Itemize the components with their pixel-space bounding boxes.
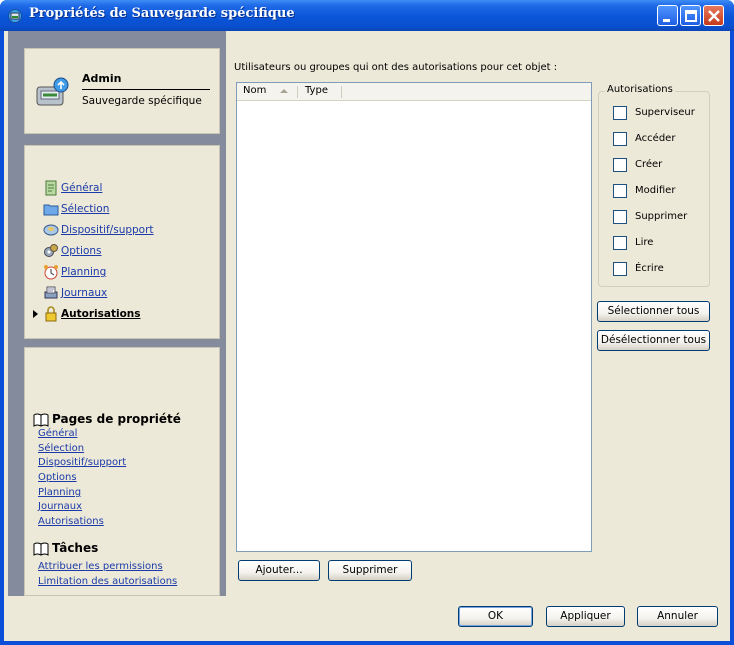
sort-ascending-icon [280,89,288,93]
users-groups-list[interactable]: Nom Type [236,82,592,552]
checkbox-read[interactable] [613,236,627,250]
object-header-card: Admin Sauvegarde spécifique [24,48,220,134]
gears-icon [44,244,58,257]
nav-link-general[interactable]: Général [61,182,102,194]
checkbox-label-delete: Supprimer [635,211,688,222]
checkbox-label-read: Lire [635,237,654,248]
alarm-clock-icon [44,265,58,280]
tasks-title: Tâches [52,541,99,555]
list-header: Nom Type [237,83,591,101]
nav-link-planning[interactable]: Planning [61,266,106,278]
property-link-options[interactable]: Options [38,472,77,483]
property-link-selection[interactable]: Sélection [38,443,84,454]
minimize-icon [663,19,670,22]
add-button[interactable]: Ajouter... [238,560,320,581]
ok-button[interactable]: OK [458,606,533,627]
property-link-logs[interactable]: Journaux [38,501,82,512]
tasks-panel: Pages de propriété Général Sélection Dis… [24,347,220,596]
property-link-general[interactable]: Général [38,428,77,439]
column-divider[interactable] [341,86,342,98]
property-link-planning[interactable]: Planning [38,487,81,498]
property-link-permissions[interactable]: Autorisations [38,516,104,527]
checkbox-write[interactable] [613,262,627,276]
task-link-assign-permissions[interactable]: Attribuer les permissions [38,561,163,572]
book-icon [33,413,49,427]
window-title: Propriétés de Sauvegarde spécifique [29,6,295,21]
checkbox-access[interactable] [613,132,627,146]
checkbox-create[interactable] [613,158,627,172]
backup-app-icon [8,9,22,23]
nav-link-device[interactable]: Dispositif/support [61,224,154,236]
apply-button[interactable]: Appliquer [546,606,625,627]
checkbox-label-write: Écrire [635,263,664,274]
checkbox-modify[interactable] [613,184,627,198]
permissions-group: Autorisations Superviseur Accéder Créer … [598,84,710,287]
folder-icon [43,204,59,216]
nav-link-selection[interactable]: Sélection [61,203,109,215]
column-divider[interactable] [297,86,298,98]
property-pages-title: Pages de propriété [52,412,181,426]
printer-icon [44,286,58,299]
deselect-all-button[interactable]: Désélectionner tous [597,330,710,351]
title-bar[interactable]: Propriétés de Sauvegarde spécifique [0,0,734,31]
remove-button[interactable]: Supprimer [328,560,412,581]
users-list-caption: Utilisateurs ou groupes qui ont des auto… [234,62,558,73]
checkbox-label-supervisor: Superviseur [635,107,695,118]
object-type-label: Sauvegarde spécifique [82,95,202,107]
checkbox-label-create: Créer [635,159,663,170]
checkbox-supervisor[interactable] [613,106,627,120]
close-icon [708,10,720,22]
nav-link-logs[interactable]: Journaux [61,287,107,299]
checkbox-label-modify: Modifier [635,185,676,196]
backup-job-icon [36,77,69,106]
task-link-limit-permissions[interactable]: Limitation des autorisations [38,576,177,587]
document-icon [45,180,57,196]
close-button[interactable] [703,5,724,26]
header-divider [82,89,210,90]
object-owner-name: Admin [82,72,122,85]
cancel-button[interactable]: Annuler [637,606,718,627]
select-all-button[interactable]: Sélectionner tous [597,301,710,322]
maximize-icon [685,10,697,22]
property-link-device[interactable]: Dispositif/support [38,457,126,468]
checkbox-delete[interactable] [613,210,627,224]
column-header-name[interactable]: Nom [243,85,266,96]
book-icon [33,542,49,556]
current-page-arrow-icon [33,310,38,318]
lock-icon [45,306,57,322]
permissions-page: Utilisateurs ou groupes qui ont des auto… [226,31,726,596]
dialog-client-area: Admin Sauvegarde spécifique Général Séle… [4,31,730,641]
navigation-panel: Général Sélection Dispositif/support Opt… [24,145,220,339]
permissions-group-legend: Autorisations [605,84,675,95]
nav-link-permissions[interactable]: Autorisations [61,308,141,320]
minimize-button[interactable] [657,5,678,26]
column-header-type[interactable]: Type [305,85,328,96]
checkbox-label-access: Accéder [635,133,676,144]
dialog-window: Propriétés de Sauvegarde spécifique Admi… [0,0,734,645]
nav-link-options[interactable]: Options [61,245,102,257]
left-panel: Admin Sauvegarde spécifique Général Séle… [8,31,226,596]
maximize-button[interactable] [680,5,701,26]
drive-icon [43,224,59,236]
